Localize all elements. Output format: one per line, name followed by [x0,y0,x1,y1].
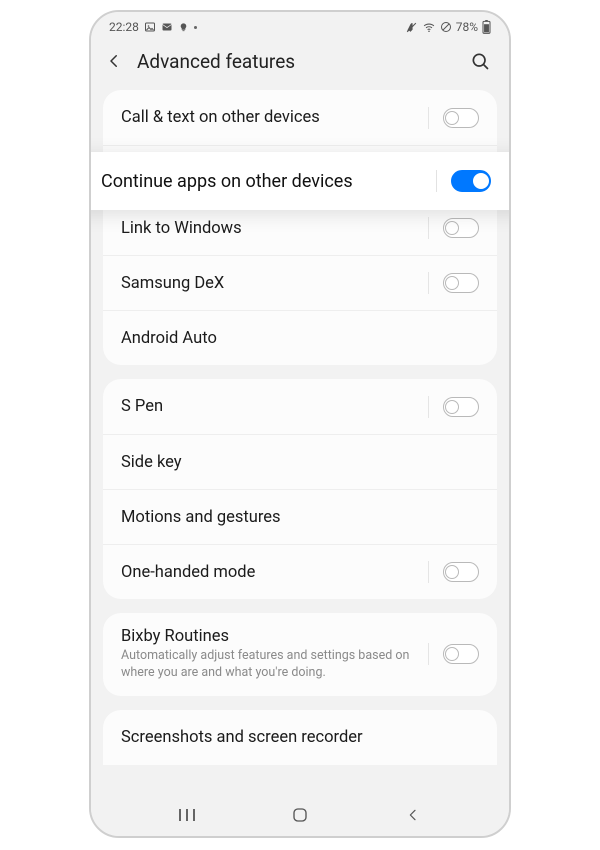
row-label: One-handed mode [121,563,418,582]
settings-group: Screenshots and screen recorder [103,710,497,765]
settings-list: Call & text on other devices Link to Wind… [91,90,509,794]
wifi-icon [422,21,436,34]
row-screenshots[interactable]: Screenshots and screen recorder [103,710,497,765]
row-call-text[interactable]: Call & text on other devices [103,90,497,145]
row-motions[interactable]: Motions and gestures [103,489,497,544]
toggle-s-pen[interactable] [443,397,479,417]
row-dex[interactable]: Samsung DeX [103,255,497,310]
row-bixby[interactable]: Bixby Routines Automatically adjust featu… [103,613,497,696]
row-label: Samsung DeX [121,274,418,293]
row-one-hand[interactable]: One-handed mode [103,544,497,599]
toggle-dex[interactable] [443,273,479,293]
separator [436,170,437,192]
row-label: Bixby Routines [121,627,418,646]
search-button[interactable] [467,48,493,74]
toggle-bixby[interactable] [443,644,479,664]
row-label: Screenshots and screen recorder [121,728,469,747]
picture-icon [144,21,156,33]
battery-icon [482,20,491,34]
separator [428,396,429,418]
row-label: S Pen [121,397,418,416]
row-continue-apps[interactable]: Continue apps on other devices [91,152,509,210]
settings-group: Call & text on other devices Link to Wind… [103,90,497,365]
recents-button[interactable] [167,803,207,827]
nav-bar [91,794,509,836]
more-dot-icon [194,26,197,29]
phone-frame: 22:28 78% [89,10,511,838]
row-label: Motions and gestures [121,508,469,527]
settings-group: Bixby Routines Automatically adjust featu… [103,613,497,696]
row-subtext: Automatically adjust features and settin… [121,648,418,682]
page-title: Advanced features [137,50,295,73]
separator [428,561,429,583]
row-label: Continue apps on other devices [101,171,436,192]
row-label: Call & text on other devices [121,108,418,127]
status-time: 22:28 [109,20,139,34]
no-data-icon [440,21,452,33]
toggle-call-text[interactable] [443,108,479,128]
row-side-key[interactable]: Side key [103,434,497,489]
row-label: Side key [121,453,469,472]
bulb-icon [178,22,189,33]
separator [428,107,429,129]
home-button[interactable] [280,803,320,827]
separator [428,272,429,294]
mute-icon [405,21,418,34]
settings-group: S Pen Side key Motions and gestures One-han… [103,379,497,599]
toggle-continue-apps[interactable] [451,170,491,192]
separator [428,643,429,665]
status-battery-pct: 78% [456,20,478,34]
back-button[interactable] [101,48,127,74]
row-s-pen[interactable]: S Pen [103,379,497,434]
nav-back-button[interactable] [393,803,433,827]
row-label: Link to Windows [121,219,418,238]
header: Advanced features [91,38,509,90]
row-label: Android Auto [121,329,469,348]
separator [428,217,429,239]
toggle-link-win[interactable] [443,218,479,238]
toggle-one-hand[interactable] [443,562,479,582]
row-android-auto[interactable]: Android Auto [103,310,497,365]
mail-icon [161,21,173,33]
status-bar: 22:28 78% [91,12,509,38]
